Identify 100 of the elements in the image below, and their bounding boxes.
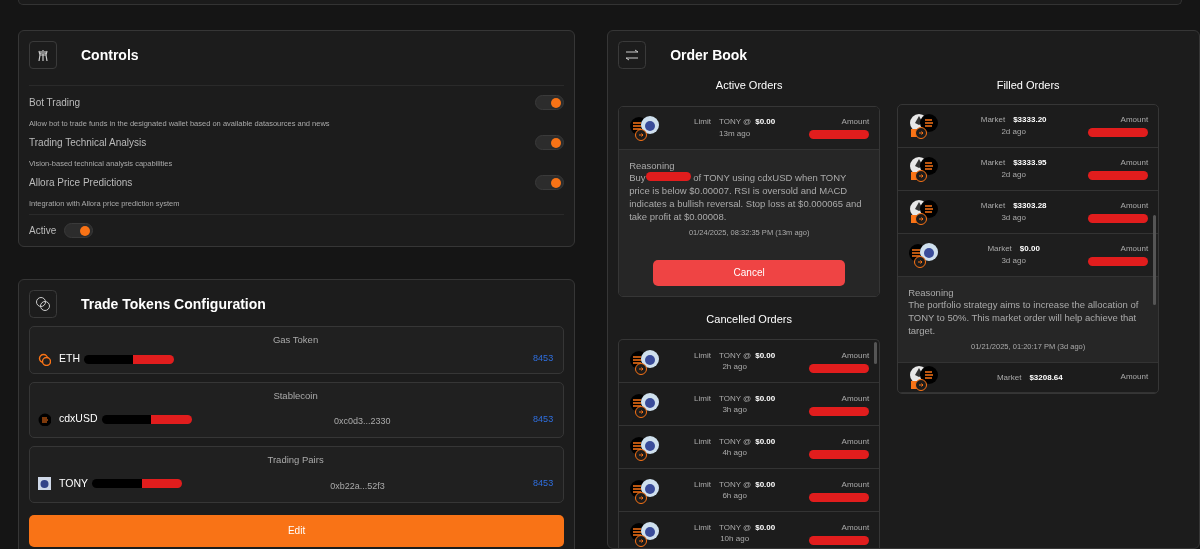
token-pair-icon bbox=[908, 112, 940, 139]
order-time: 3h ago bbox=[721, 404, 748, 416]
order-row[interactable]: Market $3333.20 2d ago Amount bbox=[898, 104, 1159, 148]
token-pair-icon bbox=[908, 198, 940, 225]
order-price: $3333.95 bbox=[1013, 158, 1047, 168]
amount-label: Amount bbox=[1120, 200, 1149, 212]
token-pair-icon bbox=[908, 363, 940, 391]
section-heading: Cancelled Orders bbox=[705, 311, 793, 327]
order-price: $0.00 bbox=[1019, 244, 1040, 254]
token-group-heading: Gas Token bbox=[271, 333, 320, 347]
token-pair-icon bbox=[908, 155, 940, 182]
speed-lines-icon bbox=[38, 412, 51, 426]
order-row[interactable]: Limit TONY @ $0.00 13m ago Amount bbox=[619, 106, 880, 150]
order-price: $3333.20 bbox=[1013, 115, 1047, 125]
order-pair: TONY @ bbox=[718, 480, 752, 489]
order-time: 6h ago bbox=[721, 490, 748, 502]
cancel-button[interactable]: Cancel bbox=[653, 259, 846, 286]
amount-label: Amount bbox=[841, 478, 870, 491]
order-type: Limit bbox=[694, 117, 711, 127]
order-pair: TONY @ bbox=[718, 523, 752, 532]
order-time: 10h ago bbox=[719, 533, 751, 545]
amount-label: Amount bbox=[841, 521, 870, 534]
panel-title: Order Book bbox=[670, 45, 748, 65]
order-type: Market bbox=[980, 115, 1006, 125]
order-time: 3d ago bbox=[1000, 211, 1027, 223]
amount-label: Amount bbox=[841, 392, 870, 405]
order-type: Limit bbox=[694, 437, 711, 446]
order-type: Market bbox=[996, 372, 1022, 382]
order-price: $0.00 bbox=[755, 480, 776, 489]
amount-label: Amount bbox=[1120, 157, 1149, 169]
panel-title: Controls bbox=[81, 45, 139, 65]
order-price: $0.00 bbox=[755, 117, 776, 127]
coins-icon bbox=[38, 352, 51, 366]
order-time: 13m ago bbox=[718, 127, 752, 139]
token-symbol: TONY bbox=[59, 475, 88, 491]
amount-label: Amount bbox=[841, 435, 870, 448]
amount-label: Amount bbox=[1120, 114, 1149, 126]
order-row[interactable]: Limit TONY @ $0.00 3h ago Amount bbox=[619, 383, 880, 427]
order-price: $3303.28 bbox=[1013, 201, 1047, 211]
order-price: $0.00 bbox=[755, 437, 776, 446]
order-pair: TONY @ bbox=[718, 437, 752, 446]
token-address: 0xb22a...52f3 bbox=[330, 480, 385, 491]
swap-arrows-icon bbox=[618, 41, 647, 69]
order-row[interactable]: Limit TONY @ $0.00 4h ago Amount bbox=[619, 426, 880, 470]
order-time: 2h ago bbox=[721, 361, 748, 373]
token-symbol: cdxUSD bbox=[59, 411, 98, 427]
order-type: Market bbox=[980, 158, 1006, 168]
tower-icon bbox=[36, 48, 50, 62]
order-type: Limit bbox=[694, 351, 711, 360]
order-price: $0.00 bbox=[755, 351, 776, 360]
reasoning-label: Reasoning bbox=[629, 159, 676, 173]
token-pair-icon bbox=[629, 390, 661, 418]
amount-label: Amount bbox=[1120, 371, 1149, 384]
toggle-switch[interactable] bbox=[535, 95, 565, 110]
setting-label: Allora Price Predictions bbox=[29, 176, 134, 190]
order-time: 3d ago bbox=[1000, 254, 1027, 266]
chain-id-link[interactable]: 8453 bbox=[533, 476, 554, 491]
order-pair: TONY @ bbox=[718, 351, 752, 360]
toggle-switch[interactable] bbox=[535, 175, 565, 190]
order-time: 2d ago bbox=[1000, 168, 1027, 180]
link-icon bbox=[29, 290, 57, 318]
order-row[interactable]: Market $3333.95 2d ago Amount bbox=[898, 147, 1159, 191]
token-group-heading: Trading Pairs bbox=[266, 453, 325, 468]
toggle-switch[interactable] bbox=[535, 135, 565, 150]
token-pair-icon bbox=[629, 347, 661, 375]
token-pair-icon bbox=[629, 476, 661, 504]
order-type: Market bbox=[980, 201, 1006, 211]
order-row[interactable]: Market $3303.28 3d ago Amount bbox=[898, 190, 1159, 234]
order-type: Limit bbox=[694, 394, 711, 403]
reasoning-label: Reasoning bbox=[908, 286, 955, 300]
chain-id-link[interactable]: 8453 bbox=[533, 352, 554, 366]
section-heading: Active Orders bbox=[714, 78, 784, 93]
order-row[interactable]: Limit TONY @ $0.00 2h ago Amount bbox=[619, 340, 880, 384]
order-price: $0.00 bbox=[755, 394, 776, 403]
order-time: 2d ago bbox=[1000, 125, 1027, 137]
order-type: Limit bbox=[694, 523, 711, 532]
order-row[interactable]: Market $3208.64 Amount bbox=[898, 362, 1159, 393]
amount-label: Amount bbox=[841, 116, 870, 128]
order-time: 4h ago bbox=[721, 447, 748, 459]
order-row[interactable]: Limit TONY @ $0.00 10h ago Amount bbox=[619, 512, 880, 548]
token-symbol: ETH bbox=[59, 351, 80, 367]
token-pair-icon bbox=[629, 114, 661, 141]
order-price: $3208.64 bbox=[1029, 372, 1063, 382]
token-address: 0xc0d3...2330 bbox=[334, 416, 391, 427]
reasoning-text: Buy of TONY using cdxUSD when TONY price is below $0.00007. RSI is oversold and MACD indicates a bullish reversal. Stop loss at $0.000065 and take profit at $0.00008. bbox=[629, 172, 863, 224]
active-label: Active bbox=[29, 224, 57, 238]
section-heading: Filled Orders bbox=[995, 78, 1061, 93]
order-row[interactable]: Limit TONY @ $0.00 6h ago Amount bbox=[619, 469, 880, 513]
token-avatar-icon bbox=[38, 477, 51, 490]
order-type: Limit bbox=[694, 480, 711, 489]
toggle-switch[interactable] bbox=[64, 223, 94, 238]
order-pair: TONY @ bbox=[718, 394, 752, 403]
chain-id-link[interactable]: 8453 bbox=[533, 412, 554, 426]
order-type: Market bbox=[987, 244, 1012, 254]
token-group-heading: Stablecoin bbox=[272, 389, 319, 403]
amount-label: Amount bbox=[841, 349, 870, 362]
amount-label: Amount bbox=[1120, 243, 1149, 255]
token-pair-icon bbox=[908, 241, 940, 268]
setting-label: Bot Trading bbox=[29, 96, 82, 110]
order-pair: TONY @ bbox=[718, 117, 752, 127]
